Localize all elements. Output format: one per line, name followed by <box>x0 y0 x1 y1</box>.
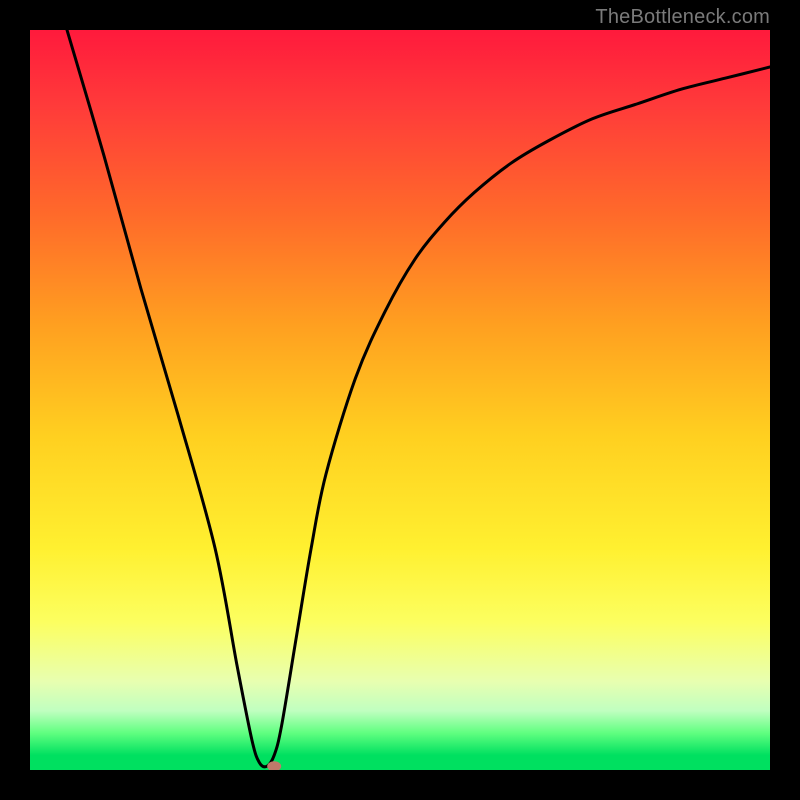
watermark-text: TheBottleneck.com <box>595 6 770 29</box>
chart-container: TheBottleneck.com <box>0 0 800 800</box>
plot-area <box>30 30 770 770</box>
bottleneck-curve <box>67 30 770 767</box>
curve-svg <box>30 30 770 770</box>
optimum-marker <box>267 761 281 770</box>
